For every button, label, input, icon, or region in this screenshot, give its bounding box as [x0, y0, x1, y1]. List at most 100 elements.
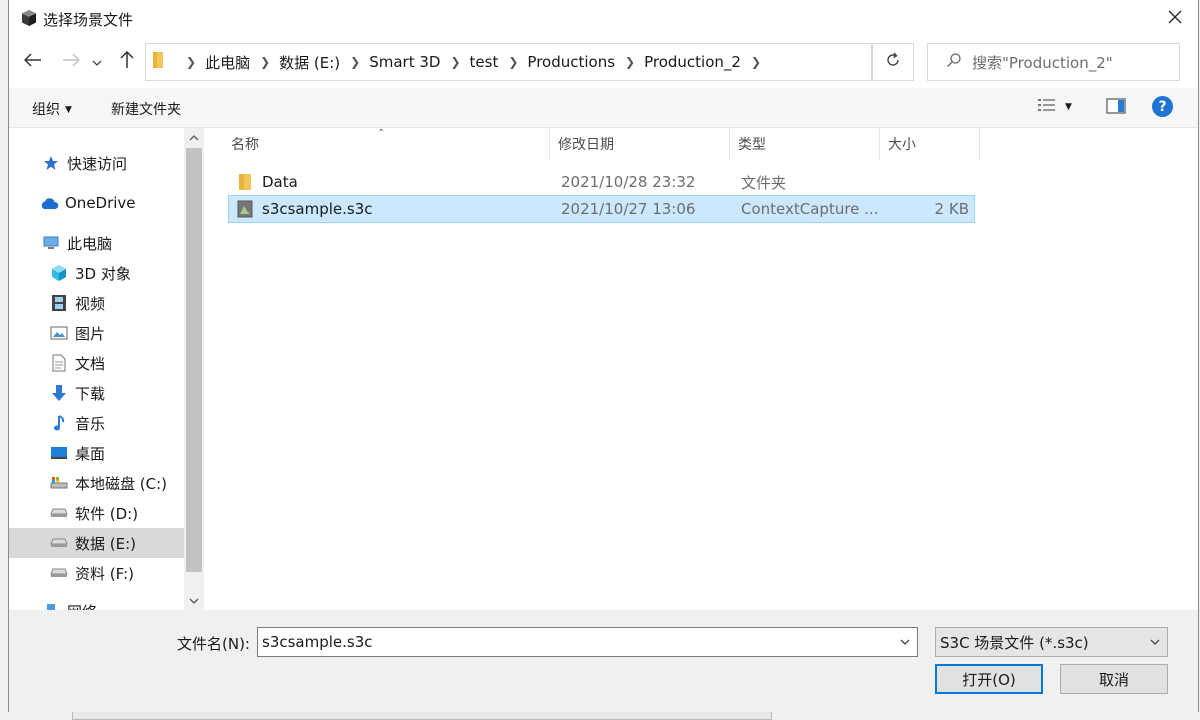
breadcrumb-separator[interactable]: ❯ — [508, 55, 518, 69]
network-icon — [41, 601, 61, 610]
drive-icon — [49, 503, 69, 523]
nav-label: 此电脑 — [67, 234, 113, 253]
nav-item-videos[interactable]: 视频 — [9, 288, 184, 318]
close-button[interactable] — [1152, 0, 1198, 38]
chevron-down-icon — [189, 592, 199, 608]
folder-icon — [152, 51, 166, 73]
cube-icon — [49, 263, 69, 283]
nav-item-onedrive[interactable]: OneDrive — [9, 188, 184, 218]
new-folder-button[interactable]: 新建文件夹 — [111, 99, 181, 119]
app-icon — [20, 9, 38, 27]
nav-item-drive-d[interactable]: 软件 (D:) — [9, 498, 184, 528]
column-header-name[interactable]: 名称 — [223, 128, 550, 160]
filename-label: 文件名(N): — [177, 635, 250, 653]
refresh-button[interactable] — [872, 43, 914, 81]
scroll-up-button[interactable] — [184, 128, 204, 146]
back-button[interactable] — [21, 50, 45, 74]
nav-label: 音乐 — [75, 414, 106, 433]
caret-down-icon: ▼ — [1065, 102, 1072, 112]
file-type: ContextCapture ... — [741, 200, 879, 218]
nav-label: 3D 对象 — [75, 264, 131, 283]
help-button[interactable]: ? — [1152, 96, 1173, 117]
refresh-icon — [885, 52, 901, 72]
chevron-down-icon — [1145, 628, 1165, 656]
file-row-s3csample[interactable]: s3csample.s3c 2021/10/27 13:06 ContextCa… — [228, 195, 975, 223]
nav-item-network[interactable]: 网络 — [9, 596, 184, 610]
cancel-button[interactable]: 取消 — [1060, 664, 1168, 694]
preview-pane-button[interactable] — [1106, 98, 1126, 118]
scroll-thumb[interactable] — [186, 148, 202, 572]
dialog-footer: 文件名(N): s3csample.s3c S3C 场景文件 (*.s3c) 打… — [9, 610, 1198, 712]
organize-menu-button[interactable]: 组织 ▼ — [32, 99, 72, 119]
nav-label: 数据 (E:) — [75, 534, 137, 553]
view-options-button[interactable]: ▼ — [1037, 98, 1072, 116]
breadcrumb-separator[interactable]: ❯ — [260, 55, 270, 69]
breadcrumb-item[interactable]: test — [470, 53, 499, 71]
breadcrumb-item[interactable]: Smart 3D — [369, 53, 440, 71]
file-row-data-folder[interactable]: Data 2021/10/28 23:32 文件夹 — [228, 168, 975, 196]
nav-label: 网络 — [67, 601, 97, 611]
nav-item-3d-objects[interactable]: 3D 对象 — [9, 258, 184, 288]
nav-item-drive-c[interactable]: 本地磁盘 (C:) — [9, 468, 184, 498]
arrow-up-icon — [120, 50, 134, 73]
file-date: 2021/10/28 23:32 — [561, 173, 696, 191]
breadcrumb-separator[interactable]: ❯ — [625, 55, 635, 69]
folder-icon — [238, 168, 252, 196]
nav-item-pictures[interactable]: 图片 — [9, 318, 184, 348]
desktop-icon — [49, 443, 69, 463]
help-icon: ? — [1158, 98, 1167, 115]
details-view-icon — [1037, 98, 1057, 116]
picture-icon — [49, 323, 69, 343]
chevron-down-icon[interactable] — [893, 628, 917, 656]
music-icon — [49, 413, 69, 433]
nav-item-music[interactable]: 音乐 — [9, 408, 184, 438]
search-placeholder[interactable]: 搜索"Production_2" — [972, 52, 1113, 73]
arrow-left-icon — [23, 53, 42, 71]
recent-locations-button[interactable] — [89, 50, 105, 74]
drive-icon — [49, 533, 69, 553]
nav-item-documents[interactable]: 文档 — [9, 348, 184, 378]
column-header-size[interactable]: 大小 — [880, 128, 980, 160]
forward-button[interactable] — [59, 50, 83, 74]
breadcrumb-item[interactable]: Production_2 — [644, 53, 741, 71]
document-icon — [49, 353, 69, 373]
search-box[interactable]: 搜索"Production_2" — [927, 43, 1180, 81]
close-icon — [1168, 10, 1182, 28]
breadcrumb-item[interactable]: 数据 (E:) — [279, 52, 340, 73]
breadcrumb-separator[interactable]: ❯ — [450, 55, 460, 69]
file-date: 2021/10/27 13:06 — [561, 200, 696, 218]
nav-item-this-pc[interactable]: 此电脑 — [9, 228, 184, 258]
nav-label: 资料 (F:) — [75, 564, 134, 583]
column-header-date[interactable]: 修改日期 — [550, 128, 730, 160]
scroll-down-button[interactable] — [184, 591, 204, 609]
nav-scrollbar[interactable] — [184, 128, 204, 610]
search-icon — [946, 52, 962, 72]
file-size: 2 KB — [934, 200, 969, 218]
filetype-value: S3C 场景文件 (*.s3c) — [940, 633, 1089, 652]
window-title: 选择场景文件 — [43, 11, 134, 29]
nav-item-downloads[interactable]: 下载 — [9, 378, 184, 408]
cloud-icon — [39, 193, 59, 213]
open-button[interactable]: 打开(O) — [935, 664, 1043, 694]
preview-pane-icon — [1106, 98, 1126, 118]
breadcrumb-separator[interactable]: ❯ — [751, 55, 761, 69]
drive-icon — [49, 473, 69, 493]
up-button[interactable] — [115, 50, 139, 74]
breadcrumb-separator[interactable]: ❯ — [350, 55, 360, 69]
nav-label: OneDrive — [65, 194, 136, 212]
filename-field[interactable]: s3csample.s3c — [257, 627, 918, 657]
breadcrumb-item[interactable]: 此电脑 — [205, 52, 250, 73]
computer-icon — [41, 233, 61, 253]
nav-item-drive-e[interactable]: 数据 (E:) — [9, 528, 184, 558]
film-icon — [49, 293, 69, 313]
filetype-select[interactable]: S3C 场景文件 (*.s3c) — [935, 627, 1168, 657]
column-header-type[interactable]: 类型 — [730, 128, 880, 160]
nav-item-desktop[interactable]: 桌面 — [9, 438, 184, 468]
nav-item-quick-access[interactable]: 快速访问 — [9, 148, 184, 178]
nav-label: 文档 — [75, 354, 106, 373]
chevron-down-icon — [92, 54, 102, 70]
nav-item-drive-f[interactable]: 资料 (F:) — [9, 558, 184, 588]
address-bar[interactable]: ❯ 此电脑 ❯ 数据 (E:) ❯ Smart 3D ❯ test ❯ Prod… — [145, 43, 995, 81]
breadcrumb-item[interactable]: Productions — [527, 53, 615, 71]
file-list: ⌃ 名称 修改日期 类型 大小 Data 2021/10/28 23:32 文件… — [205, 128, 1198, 610]
